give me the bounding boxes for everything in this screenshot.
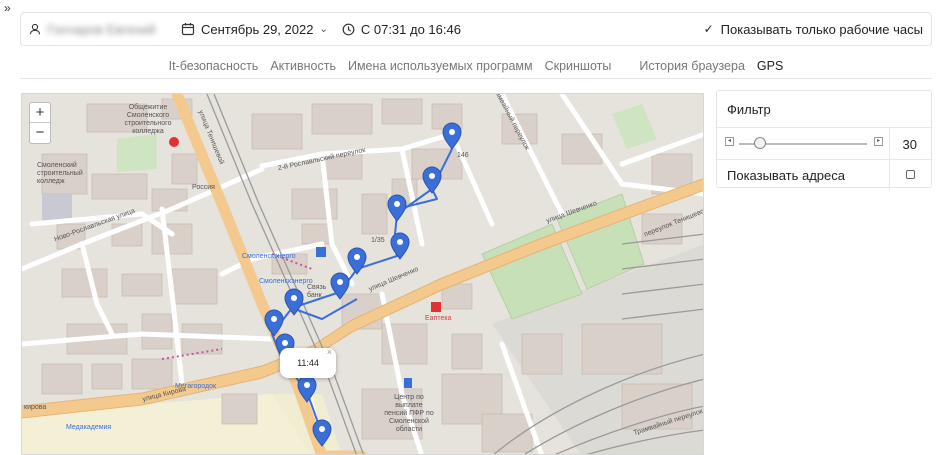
zoom-control: + − — [29, 102, 51, 144]
show-addresses-row: Показывать адреса — [717, 159, 931, 190]
slider-left-arrow-icon[interactable]: ◂ — [725, 137, 734, 146]
tab-screenshots[interactable]: Скриншоты — [545, 59, 612, 73]
show-addresses-checkbox[interactable] — [906, 170, 915, 179]
popup-time: 11:44 — [297, 358, 319, 368]
user-selector[interactable]: Гончаров Евгений — [29, 22, 167, 37]
slider-right-arrow-icon[interactable]: ▸ — [874, 137, 883, 146]
map-label: Россия — [192, 184, 215, 191]
map-popup: 11:44 × — [280, 347, 336, 378]
divider — [889, 160, 890, 190]
divider — [889, 128, 890, 160]
clock-icon — [342, 23, 355, 35]
calendar-icon — [181, 23, 195, 36]
map-label: Связь банк — [307, 284, 327, 299]
report-toolbar: Гончаров Евгений Сентябрь 29, 2022 ⌄ С 0… — [20, 12, 932, 46]
map-label: Еаптека — [425, 315, 452, 322]
tab-program-names[interactable]: Имена используемых программ — [348, 59, 533, 73]
work-hours-toggle[interactable]: ✓ Показывать только рабочие часы — [704, 22, 923, 37]
zoom-out-button[interactable]: − — [30, 123, 50, 143]
map-label: 146 — [457, 152, 469, 159]
map-label: Мегагородок — [175, 383, 217, 390]
report-tabs: It-безопасность Активность Имена использ… — [20, 53, 932, 79]
work-hours-label: Показывать только рабочие часы — [720, 21, 923, 37]
tab-it-security[interactable]: It-безопасность — [169, 59, 259, 73]
map-label: Смоленский строительный колледж — [37, 162, 83, 185]
date-picker[interactable]: Сентябрь 29, 2022 ⌄ — [181, 22, 328, 37]
map-label: Общежитие Смоленского строительного колл… — [124, 104, 172, 135]
tab-gps[interactable]: GPS — [757, 59, 783, 73]
time-range-selector[interactable]: С 07:31 до 16:46 — [342, 22, 461, 37]
slider-thumb[interactable] — [754, 137, 766, 149]
map-label: 1/35 — [371, 237, 385, 244]
map-label: кирова — [24, 404, 47, 411]
show-addresses-label: Показывать адреса — [727, 168, 845, 183]
slider-value: 30 — [902, 137, 917, 152]
gps-map[interactable]: + − Общежитие Смоленского строительного … — [21, 93, 704, 455]
tab-browser-history[interactable]: История браузера — [639, 59, 745, 73]
tab-activity[interactable]: Активность — [270, 59, 336, 73]
map-label: Смоленскэнерго — [259, 278, 313, 285]
user-icon — [29, 23, 41, 35]
user-name: Гончаров Евгений — [47, 21, 156, 37]
date-value: Сентябрь 29, 2022 — [201, 21, 314, 37]
map-label: Медакадемия — [66, 424, 112, 431]
map-label: Центр по выплате пенсий ПФР по Смоленско… — [384, 394, 434, 433]
filter-slider-row: ◂ ▸ 30 — [717, 127, 931, 160]
zoom-in-button[interactable]: + — [30, 103, 50, 123]
filter-panel: Фильтр ◂ ▸ 30 Показывать адреса — [716, 90, 932, 190]
filter-title: Фильтр — [727, 102, 771, 117]
check-icon: ✓ — [703, 22, 714, 36]
chevron-down-icon: ⌄ — [319, 23, 328, 35]
map-label: Смоленскэнерго — [242, 253, 296, 260]
popup-close-icon[interactable]: × — [327, 337, 332, 367]
time-range-value: С 07:31 до 16:46 — [360, 21, 461, 37]
expand-chevron-icon[interactable]: » — [4, 1, 11, 15]
